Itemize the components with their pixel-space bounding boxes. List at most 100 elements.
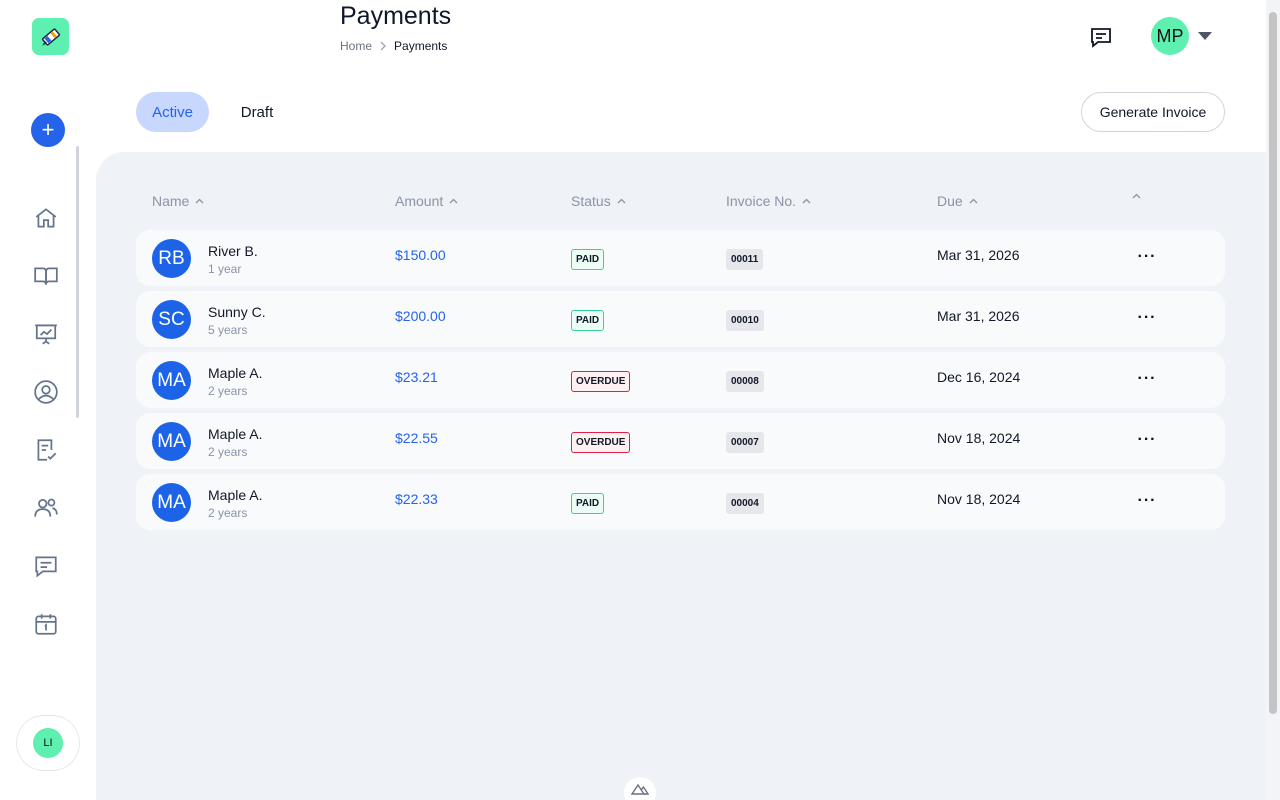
sidebar-item-messages[interactable] <box>32 552 60 580</box>
client-name: Maple A. <box>208 426 263 442</box>
due-date: Mar 31, 2026 <box>937 308 1020 324</box>
add-label: + <box>41 117 55 142</box>
table-row[interactable]: MA Maple A. 2 years $23.21 OVERDUE 00008… <box>136 352 1225 408</box>
page-title: Payments <box>340 2 452 30</box>
column-header-status[interactable]: Status <box>571 193 626 209</box>
table-row[interactable]: MA Maple A. 2 years $22.33 PAID 00004 No… <box>136 474 1225 530</box>
due-date: Dec 16, 2024 <box>937 369 1021 385</box>
invoice-number: 00004 <box>726 493 764 514</box>
avatar: MA <box>152 483 191 522</box>
more-options-icon[interactable]: ··· <box>1136 366 1158 392</box>
user-circle-icon <box>34 380 58 404</box>
sort-chevron-icon <box>449 198 458 204</box>
sort-chevron-icon <box>617 198 626 204</box>
breadcrumb-current: Payments <box>394 39 448 53</box>
tab-active[interactable]: Active <box>136 92 209 132</box>
more-options-icon[interactable]: ··· <box>1136 488 1158 514</box>
page-scrollbar[interactable] <box>1266 0 1280 800</box>
sidebar-item-calendar[interactable] <box>32 610 60 638</box>
calendar-icon <box>35 614 57 635</box>
pencil-logo-icon <box>41 27 60 46</box>
sort-chevron-icon <box>1132 193 1141 199</box>
sidebar-user-avatar: LI <box>33 728 63 758</box>
due-date: Nov 18, 2024 <box>937 430 1021 446</box>
due-date: Nov 18, 2024 <box>937 491 1021 507</box>
client-age: 5 years <box>208 323 248 337</box>
breadcrumb: Home Payments <box>340 39 447 53</box>
invoice-number: 00010 <box>726 310 764 331</box>
status-badge: PAID <box>571 249 605 270</box>
sort-chevron-icon <box>969 198 978 204</box>
sidebar-user-menu[interactable]: LI <box>16 715 80 771</box>
scrollbar-thumb[interactable] <box>1269 12 1277 714</box>
column-header-invoice[interactable]: Invoice No. <box>726 193 811 209</box>
amount: $22.55 <box>395 430 438 446</box>
more-options-icon[interactable]: ··· <box>1136 305 1158 331</box>
clipboard-check-icon <box>37 439 57 461</box>
chevron-down-icon[interactable] <box>1198 32 1212 40</box>
sidebar-item-users[interactable] <box>32 494 60 522</box>
column-header-due[interactable]: Due <box>937 193 978 209</box>
status-badge: PAID <box>571 310 605 331</box>
client-age: 2 years <box>208 445 248 459</box>
amount: $23.21 <box>395 369 438 385</box>
more-options-icon[interactable]: ··· <box>1136 427 1158 453</box>
sidebar-item-tasks[interactable] <box>32 436 60 464</box>
home-icon <box>35 208 57 228</box>
sort-chevron-icon <box>195 198 204 204</box>
status-badge: OVERDUE <box>571 432 631 453</box>
due-date: Mar 31, 2026 <box>937 247 1020 263</box>
column-header-actions[interactable] <box>1132 193 1141 199</box>
add-button[interactable]: + <box>31 113 65 147</box>
messages-button[interactable] <box>1089 25 1113 49</box>
column-header-name-label: Name <box>152 193 190 209</box>
client-name: Maple A. <box>208 487 263 503</box>
column-header-invoice-label: Invoice No. <box>726 193 797 209</box>
invoice-number: 00007 <box>726 432 764 453</box>
sidebar-item-profile[interactable] <box>32 378 60 406</box>
avatar: MA <box>152 422 191 461</box>
sidebar-item-presentations[interactable] <box>32 320 60 348</box>
client-name: Sunny C. <box>208 304 266 320</box>
users-icon <box>34 498 58 517</box>
user-avatar[interactable]: MP <box>1151 17 1189 55</box>
status-badge: OVERDUE <box>571 371 631 392</box>
book-icon <box>34 267 58 285</box>
invoice-number: 00008 <box>726 371 764 392</box>
sort-chevron-icon <box>802 198 811 204</box>
sidebar-scrollbar[interactable] <box>76 146 79 418</box>
table-row[interactable]: SC Sunny C. 5 years $200.00 PAID 00010 M… <box>136 291 1225 347</box>
amount: $150.00 <box>395 247 446 263</box>
column-header-name[interactable]: Name <box>152 193 204 209</box>
status-badge: PAID <box>571 493 605 514</box>
column-header-amount[interactable]: Amount <box>395 193 458 209</box>
more-options-icon[interactable]: ··· <box>1136 244 1158 270</box>
client-age: 1 year <box>208 262 242 276</box>
avatar: SC <box>152 300 191 339</box>
sidebar-item-courses[interactable] <box>32 262 60 290</box>
client-age: 2 years <box>208 506 248 520</box>
amount: $22.33 <box>395 491 438 507</box>
invoice-number: 00011 <box>726 249 764 270</box>
breadcrumb-home[interactable]: Home <box>340 39 372 53</box>
column-header-due-label: Due <box>937 193 963 209</box>
mountain-icon <box>631 783 649 795</box>
client-name: River B. <box>208 243 258 259</box>
avatar: MA <box>152 361 191 400</box>
generate-invoice-button[interactable]: Generate Invoice <box>1081 92 1225 132</box>
client-name: Maple A. <box>208 365 263 381</box>
column-header-amount-label: Amount <box>395 193 444 209</box>
client-age: 2 years <box>208 384 248 398</box>
tab-draft[interactable]: Draft <box>225 92 289 132</box>
app-logo[interactable] <box>32 18 69 55</box>
amount: $200.00 <box>395 308 446 324</box>
sidebar: + LI <box>0 0 96 800</box>
table-row[interactable]: RB River B. 1 year $150.00 PAID 00011 Ma… <box>136 230 1225 286</box>
chat-icon <box>35 556 57 578</box>
column-header-status-label: Status <box>571 193 611 209</box>
avatar: RB <box>152 239 191 278</box>
presentation-chart-icon <box>35 324 57 345</box>
table-row[interactable]: MA Maple A. 2 years $22.55 OVERDUE 00007… <box>136 413 1225 469</box>
chat-icon <box>1091 28 1111 48</box>
sidebar-item-home[interactable] <box>32 204 60 232</box>
